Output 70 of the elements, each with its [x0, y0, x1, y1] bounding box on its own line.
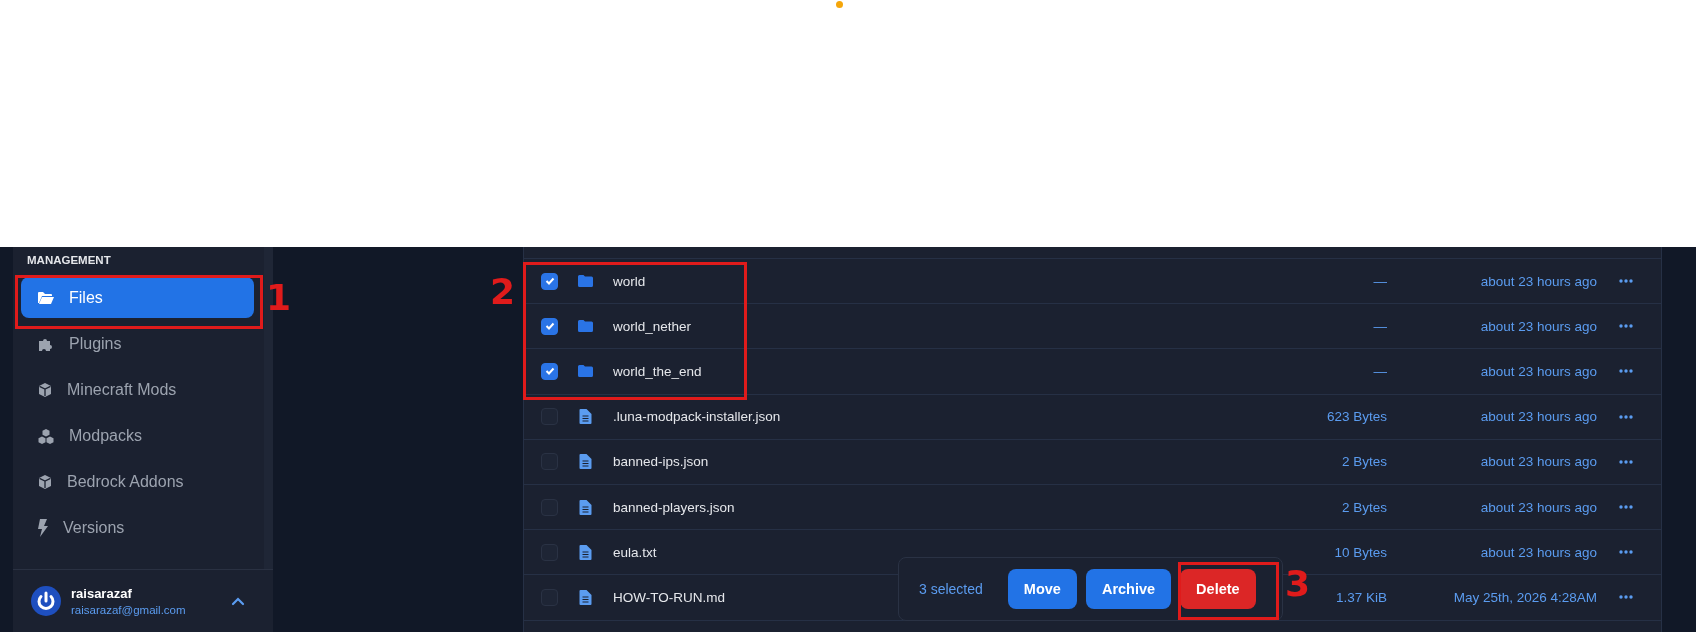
- file-name[interactable]: eula.txt: [613, 544, 657, 560]
- file-size: —: [1373, 318, 1387, 334]
- file-size: —: [1373, 273, 1387, 289]
- folder-icon: [578, 275, 593, 288]
- file-size: 2 Bytes: [1341, 454, 1387, 470]
- more-options-icon[interactable]: [1619, 414, 1633, 419]
- cube-icon: [37, 473, 53, 490]
- bolt-icon: [37, 518, 49, 537]
- file-name[interactable]: .luna-modpack-installer.json: [613, 409, 781, 425]
- action-button[interactable]: Archive: [1085, 569, 1172, 609]
- modified-date: about 23 hours ago: [1479, 454, 1597, 470]
- document-icon: [578, 589, 593, 605]
- sidebar-item[interactable]: Plugins: [21, 323, 254, 364]
- modified-date: about 23 hours ago: [1479, 363, 1597, 379]
- cubes-icon: [37, 427, 55, 444]
- annotation-number: 3: [1285, 566, 1311, 602]
- loading-dot: [836, 1, 843, 8]
- modified-date: about 23 hours ago: [1479, 544, 1597, 560]
- more-options-icon[interactable]: [1619, 459, 1633, 464]
- modified-date: about 23 hours ago: [1479, 318, 1597, 334]
- file-name[interactable]: world_the_end: [613, 363, 702, 379]
- check-icon: [544, 277, 555, 286]
- sidebar-item[interactable]: Bedrock Addons: [21, 461, 254, 502]
- file-name[interactable]: world_nether: [613, 318, 692, 334]
- document-icon: [578, 454, 593, 470]
- folder-icon: [578, 320, 593, 333]
- modified-date: May 25th, 2026 4:28AM: [1452, 589, 1597, 605]
- row-checkbox[interactable]: [541, 317, 558, 335]
- user-name: raisarazaf: [71, 586, 133, 601]
- document-icon: [578, 409, 593, 425]
- file-size: —: [1373, 363, 1387, 379]
- check-icon: [544, 322, 555, 331]
- modified-date: about 23 hours ago: [1479, 409, 1597, 425]
- chevron-up-icon[interactable]: [231, 596, 245, 606]
- more-options-icon[interactable]: [1619, 505, 1633, 510]
- sidebar-item[interactable]: Files: [21, 277, 254, 318]
- file-name[interactable]: banned-players.json: [613, 499, 735, 515]
- file-size: 10 Bytes: [1334, 544, 1387, 560]
- modified-date: about 23 hours ago: [1479, 499, 1597, 515]
- file-size: 1.37 KiB: [1335, 589, 1387, 605]
- modified-date: about 23 hours ago: [1479, 273, 1597, 289]
- file-name[interactable]: banned-ips.json: [613, 454, 709, 470]
- check-icon: [544, 367, 555, 376]
- more-options-icon[interactable]: [1619, 324, 1633, 329]
- sidebar-item[interactable]: Minecraft Mods: [21, 369, 254, 410]
- more-options-icon[interactable]: [1619, 595, 1633, 600]
- more-options-icon[interactable]: [1619, 279, 1633, 284]
- annotation-number: 2: [490, 274, 516, 310]
- folder-icon: [37, 290, 55, 305]
- file-name[interactable]: HOW-TO-RUN.md: [613, 589, 725, 605]
- folder-icon: [578, 365, 593, 378]
- annotation-number: 1: [266, 280, 292, 316]
- file-size: 623 Bytes: [1326, 409, 1387, 425]
- user-email: raisarazaf@gmail.com: [71, 604, 187, 616]
- file-size: 2 Bytes: [1341, 499, 1387, 515]
- cube-icon: [37, 381, 53, 398]
- action-button[interactable]: Move: [1007, 569, 1077, 609]
- more-options-icon[interactable]: [1619, 550, 1633, 555]
- section-title: MANAGEMENT: [26, 254, 112, 268]
- row-checkbox[interactable]: [541, 362, 558, 380]
- more-options-icon[interactable]: [1619, 369, 1633, 374]
- action-button[interactable]: Delete: [1180, 569, 1256, 609]
- row-checkbox[interactable]: [541, 272, 558, 290]
- document-icon: [578, 544, 593, 560]
- sidebar-item[interactable]: Modpacks: [21, 415, 254, 456]
- selection-count: 3 selected: [919, 581, 983, 597]
- file-name[interactable]: world: [613, 273, 646, 289]
- avatar-icon: [31, 586, 61, 616]
- sidebar-item[interactable]: Versions: [21, 507, 254, 548]
- document-icon: [578, 499, 593, 515]
